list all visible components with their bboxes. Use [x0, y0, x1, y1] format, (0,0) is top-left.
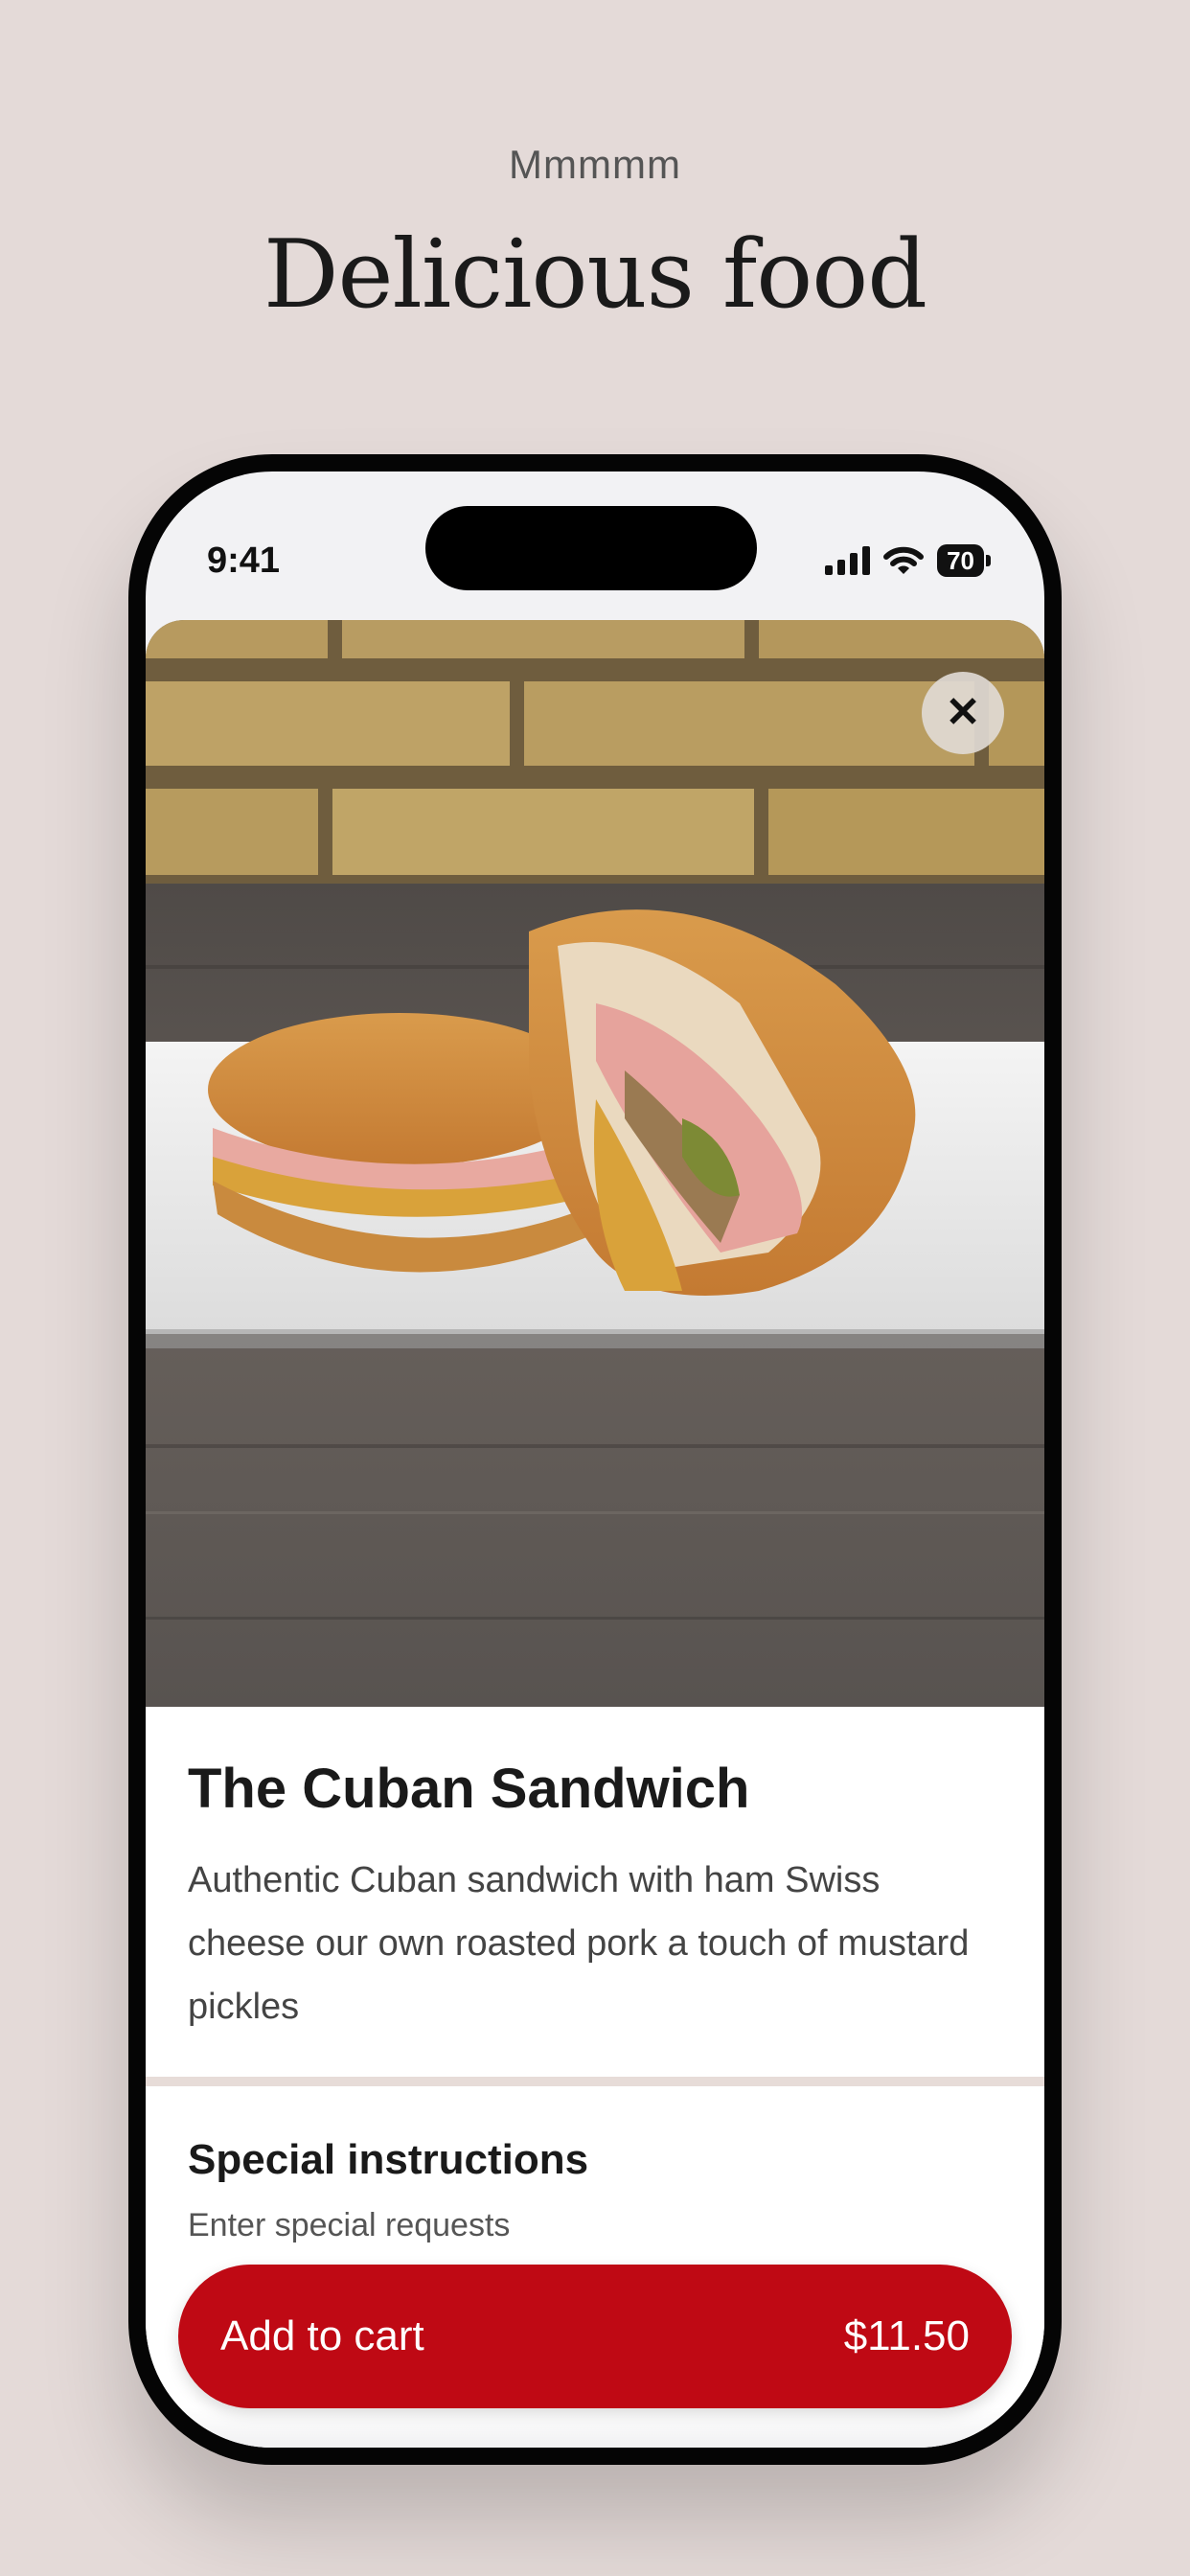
- section-divider: [146, 2077, 1044, 2086]
- battery-icon: 70: [937, 544, 991, 577]
- food-image: [146, 620, 1044, 1707]
- eyebrow-text: Mmmmm: [509, 142, 681, 187]
- add-to-cart-button[interactable]: Add to cart $11.50: [178, 2265, 1012, 2408]
- item-title: The Cuban Sandwich: [188, 1758, 750, 1820]
- wifi-icon: [883, 546, 925, 574]
- battery-level: 70: [937, 544, 984, 577]
- status-time: 9:41: [207, 540, 281, 581]
- bottom-fade: [146, 2407, 1044, 2448]
- item-description: Authentic Cuban sandwich with ham Swiss …: [188, 1860, 970, 2027]
- dynamic-island: [425, 506, 757, 590]
- add-to-cart-label: Add to cart: [220, 2312, 424, 2359]
- signal-icon: [825, 546, 871, 575]
- phone-frame: 9:41 70 ✕ The Cuban Sandwich Authentic C…: [128, 454, 1062, 2465]
- close-button[interactable]: ✕: [922, 672, 1004, 754]
- close-icon: ✕: [945, 689, 981, 736]
- special-instructions-title: Special instructions: [188, 2136, 589, 2183]
- special-instructions-input[interactable]: [188, 2207, 1002, 2244]
- status-icons: 70: [825, 544, 991, 577]
- page-headline: Delicious food: [263, 220, 927, 330]
- cart-price: $11.50: [843, 2312, 970, 2359]
- item-detail-sheet: ✕ The Cuban Sandwich Authentic Cuban san…: [146, 620, 1044, 2448]
